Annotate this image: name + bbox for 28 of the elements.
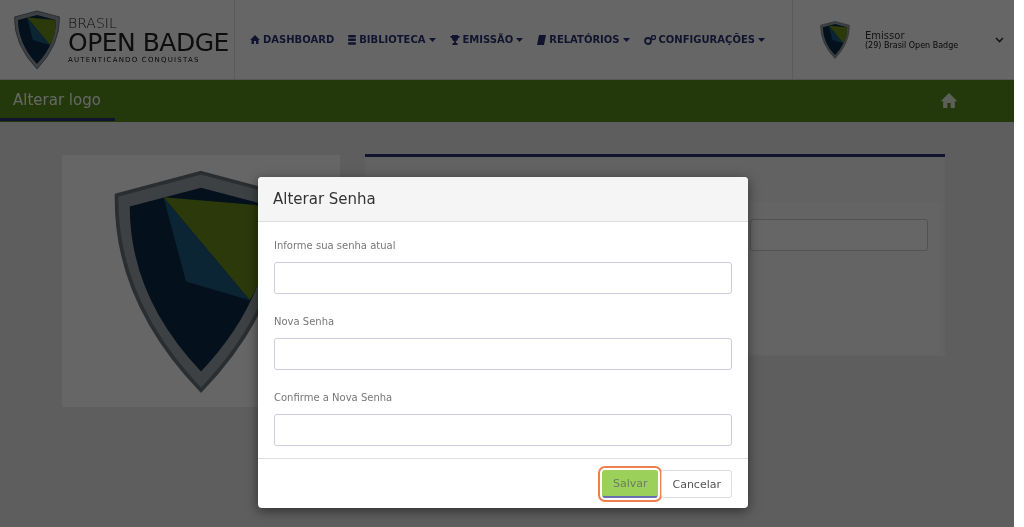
chevron-down-icon[interactable] bbox=[995, 36, 1004, 43]
file-input-field[interactable] bbox=[750, 219, 928, 251]
database-icon bbox=[348, 34, 357, 45]
dialog-title: Alterar Senha bbox=[273, 190, 376, 208]
field-label: Informe sua senha atual bbox=[274, 240, 397, 253]
nav-link[interactable]: EMISSÃO bbox=[449, 34, 524, 45]
password-field[interactable] bbox=[274, 262, 732, 294]
book-icon bbox=[537, 34, 547, 45]
field-label: Nova Senha bbox=[274, 316, 336, 329]
user-role: Emissor bbox=[865, 29, 906, 41]
password-field[interactable] bbox=[274, 414, 732, 446]
field-label: Confirme a Nova Senha bbox=[274, 392, 394, 405]
user-avatar-shield-icon bbox=[819, 19, 851, 60]
nav-link[interactable]: CONFIGURAÇÕES bbox=[643, 34, 765, 45]
nav-link[interactable]: BIBLIOTECA bbox=[348, 34, 436, 45]
nav-link[interactable]: DASHBOARD bbox=[250, 34, 335, 45]
home-icon[interactable] bbox=[940, 93, 958, 108]
cancel-button[interactable]: Cancelar bbox=[661, 470, 732, 498]
home-icon bbox=[250, 35, 260, 44]
user-organization: (29) Brasil Open Badge bbox=[865, 40, 960, 50]
brand-name: OPEN BADGE bbox=[68, 29, 229, 55]
trophy-icon bbox=[449, 34, 460, 45]
nav-link[interactable]: RELATÓRIOS bbox=[537, 34, 630, 45]
shield-logo bbox=[12, 9, 62, 70]
page-title: Alterar logo bbox=[0, 80, 115, 121]
gears-icon bbox=[643, 34, 656, 45]
brand-top-text: BRASIL bbox=[68, 15, 118, 30]
password-field[interactable] bbox=[274, 338, 732, 370]
